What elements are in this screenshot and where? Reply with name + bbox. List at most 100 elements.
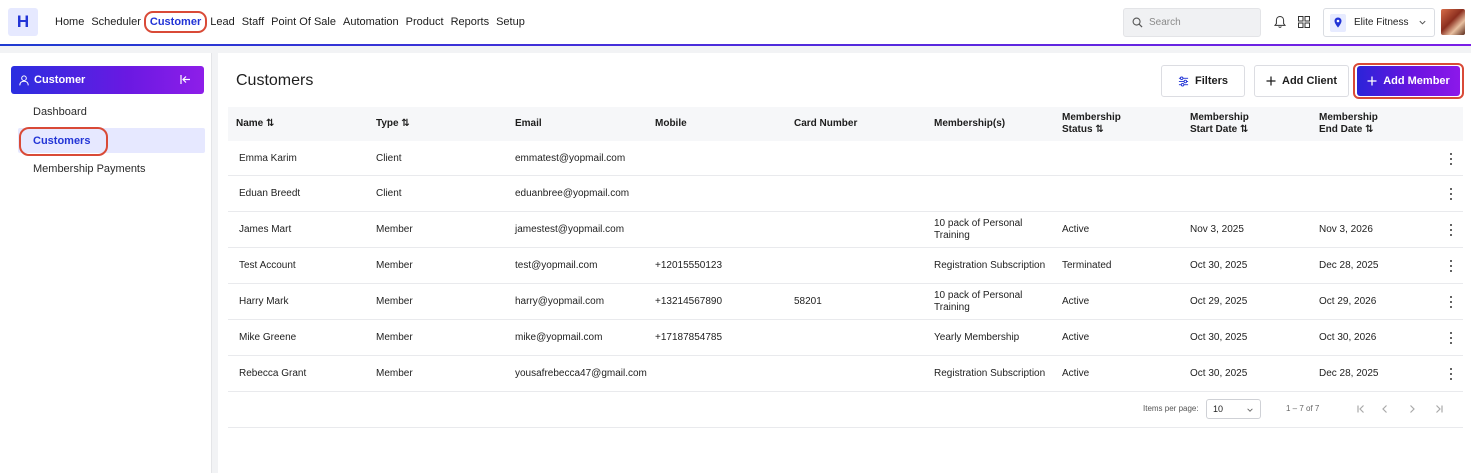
sort-icon: ⇅	[266, 118, 275, 129]
user-avatar[interactable]	[1441, 9, 1465, 35]
search-input[interactable]	[1149, 17, 1249, 28]
cell-status: Active	[1062, 224, 1090, 235]
cell-end: Oct 30, 2026	[1319, 332, 1377, 343]
nav-item-scheduler[interactable]: Scheduler	[91, 16, 141, 28]
table-row[interactable]: Harry Mark Member harry@yopmail.com +132145…	[228, 284, 1463, 320]
cell-type: Member	[376, 368, 413, 379]
sort-icon: ⇅	[1365, 124, 1374, 135]
cell-status: Active	[1062, 332, 1090, 343]
first-page-icon[interactable]	[1354, 402, 1368, 416]
row-menu-icon[interactable]	[1448, 332, 1454, 344]
sidebar: Customer Dashboard Customers Membership …	[0, 53, 212, 473]
cell-start: Nov 3, 2025	[1190, 224, 1244, 235]
sort-icon: ⇅	[1240, 124, 1249, 135]
nav-item-home[interactable]: Home	[55, 16, 84, 28]
cell-type: Client	[376, 153, 402, 164]
location-selector[interactable]: Elite Fitness	[1323, 8, 1435, 37]
table-row[interactable]: Test Account Member test@yopmail.com +12015…	[228, 248, 1463, 284]
nav-item-product[interactable]: Product	[406, 16, 444, 28]
col-membership-start[interactable]: Membership Start Date ⇅	[1190, 112, 1249, 136]
plus-icon	[1266, 76, 1276, 86]
cell-end: Oct 29, 2026	[1319, 296, 1377, 307]
next-page-icon[interactable]	[1405, 402, 1419, 416]
cell-email: emmatest@yopmail.com	[515, 153, 626, 164]
cell-mobile: +12015550123	[655, 260, 723, 271]
row-menu-icon[interactable]	[1448, 296, 1454, 308]
cell-start: Oct 30, 2025	[1190, 332, 1248, 343]
apps-grid-icon[interactable]	[1297, 14, 1311, 30]
location-pin-icon	[1330, 13, 1346, 32]
cell-status: Terminated	[1062, 260, 1112, 271]
prev-page-icon[interactable]	[1378, 402, 1392, 416]
bell-icon[interactable]	[1273, 14, 1287, 30]
col-type[interactable]: Type ⇅	[376, 118, 410, 130]
col-membership-end[interactable]: Membership End Date ⇅	[1319, 112, 1378, 136]
filters-label: Filters	[1194, 75, 1228, 87]
table-row[interactable]: James Mart Member jamestest@yopmail.com 10 …	[228, 212, 1463, 248]
search-box[interactable]	[1123, 8, 1261, 37]
cell-end: Dec 28, 2025	[1319, 368, 1379, 379]
items-per-page-select[interactable]: 10	[1206, 399, 1261, 419]
location-name: Elite Fitness	[1354, 17, 1409, 28]
col-mobile: Mobile	[655, 118, 687, 129]
cell-membership: 10 pack of Personal Training	[934, 290, 1023, 313]
row-menu-icon[interactable]	[1448, 188, 1454, 200]
cell-membership: Registration Subscription	[934, 260, 1046, 271]
nav-item-reports[interactable]: Reports	[451, 16, 490, 28]
user-icon	[19, 74, 29, 85]
nav-item-automation[interactable]: Automation	[343, 16, 399, 28]
last-page-icon[interactable]	[1432, 402, 1446, 416]
cell-end: Nov 3, 2026	[1319, 224, 1373, 235]
cell-status: Active	[1062, 296, 1090, 307]
table-row[interactable]: Mike Greene Member mike@yopmail.com +171878…	[228, 320, 1463, 356]
col-memberships: Membership(s)	[934, 118, 1006, 129]
cell-name: Mike Greene	[239, 332, 297, 343]
col-membership-status[interactable]: Membership Status ⇅	[1062, 112, 1121, 136]
row-menu-icon[interactable]	[1448, 224, 1454, 236]
col-name[interactable]: Name ⇅	[236, 118, 274, 130]
cell-type: Member	[376, 260, 413, 271]
app-logo[interactable]: H	[8, 8, 38, 36]
chevron-down-icon	[1247, 408, 1253, 412]
table-row[interactable]: Emma Karim Client emmatest@yopmail.com	[228, 141, 1463, 176]
nav-item-customer[interactable]: Customer	[143, 11, 208, 33]
top-bar: H Home Scheduler Customer Lead Staff Point Of…	[0, 0, 1471, 46]
highlight-ring	[1353, 63, 1464, 99]
cell-membership: Registration Subscription	[934, 368, 1046, 379]
main-panel: Customers Filters Add Client Add Member …	[218, 53, 1471, 473]
nav-item-setup[interactable]: Setup	[496, 16, 525, 28]
table-row[interactable]: Rebecca Grant Member yousafrebecca47@gmail…	[228, 356, 1463, 392]
nav-item-staff[interactable]: Staff	[242, 16, 264, 28]
nav-item-point-of-sale[interactable]: Point Of Sale	[271, 16, 336, 28]
collapse-sidebar-icon[interactable]	[180, 74, 191, 85]
sidebar-item-dashboard[interactable]: Dashboard	[33, 106, 87, 118]
filters-button[interactable]: Filters	[1161, 65, 1245, 97]
cell-email: yousafrebecca47@gmail.com	[515, 368, 647, 379]
sidebar-item-membership-payments[interactable]: Membership Payments	[33, 163, 146, 175]
cell-name: Rebecca Grant	[239, 368, 307, 379]
divider	[228, 427, 1463, 428]
cell-name: Test Account	[239, 260, 296, 271]
main-nav: Home Scheduler Customer Lead Staff Point Of S…	[55, 0, 532, 44]
add-client-label: Add Client	[1282, 75, 1337, 87]
cell-name: Emma Karim	[239, 153, 297, 164]
cell-start: Oct 30, 2025	[1190, 368, 1248, 379]
cell-email: test@yopmail.com	[515, 260, 598, 271]
row-menu-icon[interactable]	[1448, 368, 1454, 380]
row-menu-icon[interactable]	[1448, 260, 1454, 272]
cell-membership: Yearly Membership	[934, 332, 1020, 343]
items-per-page-label: Items per page:	[1143, 404, 1199, 413]
nav-item-lead[interactable]: Lead	[210, 16, 234, 28]
cell-type: Client	[376, 188, 402, 199]
cell-name: Eduan Breedt	[239, 188, 301, 199]
row-menu-icon[interactable]	[1448, 153, 1454, 165]
search-icon	[1132, 17, 1143, 28]
table-row[interactable]: Eduan Breedt Client eduanbree@yopmail.com	[228, 176, 1463, 212]
sidebar-title: Customer	[34, 74, 86, 86]
page-range: 1 – 7 of 7	[1286, 404, 1320, 413]
add-client-button[interactable]: Add Client	[1254, 65, 1349, 97]
cell-type: Member	[376, 296, 413, 307]
cell-start: Oct 29, 2025	[1190, 296, 1248, 307]
cell-start: Oct 30, 2025	[1190, 260, 1248, 271]
cell-email: eduanbree@yopmail.com	[515, 188, 630, 199]
